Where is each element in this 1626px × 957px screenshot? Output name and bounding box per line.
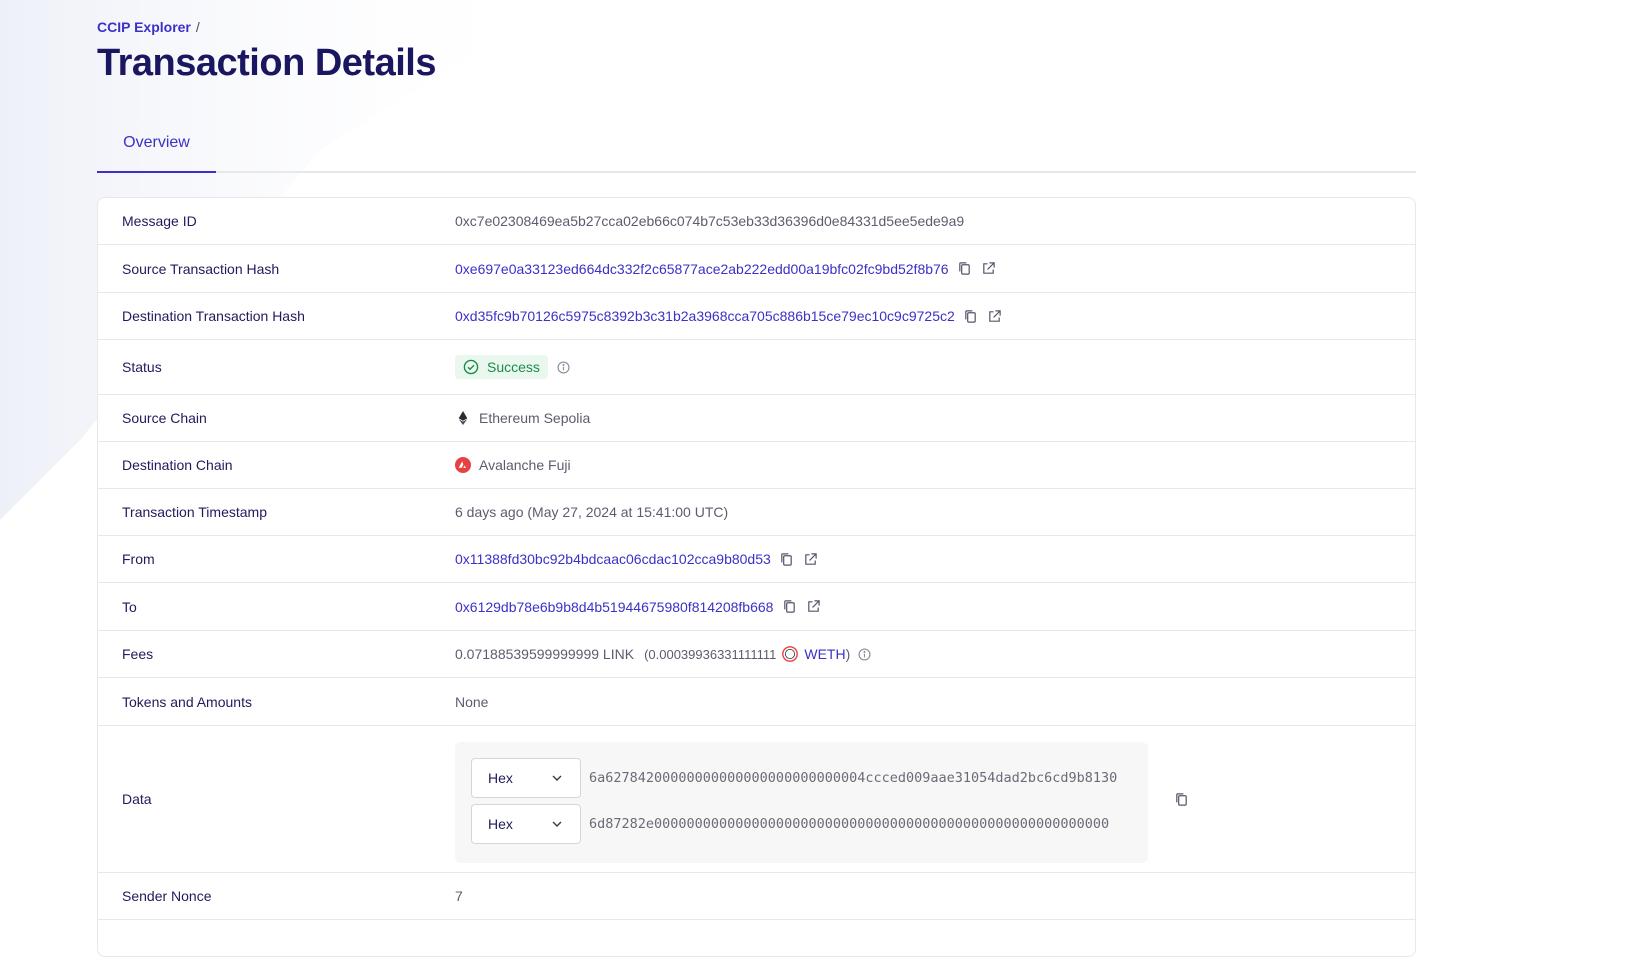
destination-chain-name: Avalanche Fuji <box>479 457 571 473</box>
sender-nonce-value: 7 <box>455 888 463 904</box>
ethereum-icon <box>455 410 471 426</box>
from-value: 0x11388fd30bc92b4bdcaac06cdac102cca9b80d… <box>455 551 819 567</box>
row-label: Sender Nonce <box>122 888 212 904</box>
row-to: To 0x6129db78e6b9b8d4b51944675980f814208… <box>98 583 1415 631</box>
fees-link-amount: 0.07188539599999999 LINK <box>455 646 635 662</box>
row-label: Destination Chain <box>122 457 233 473</box>
data-hex-value: 6d87282e00000000000000000000000000000000… <box>589 816 1110 832</box>
breadcrumb: CCIP Explorer / <box>97 19 200 35</box>
copy-icon[interactable] <box>963 308 979 324</box>
check-circle-icon <box>463 359 479 375</box>
row-label: From <box>122 551 155 567</box>
data-box: Hex 6a62784200000000000000000000000004cc… <box>455 742 1148 863</box>
timestamp-value: 6 days ago (May 27, 2024 at 15:41:00 UTC… <box>455 504 729 520</box>
data-format-value: Hex <box>488 770 513 786</box>
weth-token-link[interactable]: WETH <box>804 646 845 662</box>
status-value: Success <box>455 355 572 379</box>
destination-tx-hash-link[interactable]: 0xd35fc9b70126c5975c8392b3c31b2a3968cca7… <box>455 308 955 324</box>
copy-icon[interactable] <box>957 261 973 277</box>
row-label: Message ID <box>122 213 197 229</box>
row-destination-tx-hash: Destination Transaction Hash 0xd35fc9b70… <box>98 293 1415 340</box>
to-address-link[interactable]: 0x6129db78e6b9b8d4b51944675980f814208fb6… <box>455 599 773 615</box>
to-value: 0x6129db78e6b9b8d4b51944675980f814208fb6… <box>455 599 821 615</box>
data-format-value: Hex <box>488 816 513 832</box>
fees-close-paren: ) <box>845 646 851 662</box>
fees-weth-amount: (0.00039936331111111 <box>644 646 777 662</box>
source-chain-name: Ethereum Sepolia <box>479 410 591 426</box>
row-source-tx-hash: Source Transaction Hash 0xe697e0a33123ed… <box>98 245 1415 293</box>
copy-icon[interactable] <box>781 599 797 615</box>
data-hex-value: 6a62784200000000000000000000000004ccced0… <box>589 770 1118 786</box>
breadcrumb-ccip-explorer-link[interactable]: CCIP Explorer <box>97 19 191 35</box>
row-message-id: Message ID 0xc7e02308469ea5b27cca02eb66c… <box>98 198 1415 245</box>
data-format-select[interactable]: Hex <box>471 804 581 844</box>
row-tokens-and-amounts: Tokens and Amounts None <box>98 678 1415 726</box>
external-link-icon[interactable] <box>981 261 997 277</box>
source-tx-hash-value: 0xe697e0a33123ed664dc332f2c65877ace2ab22… <box>455 261 997 277</box>
row-label: Destination Transaction Hash <box>122 308 305 324</box>
tab-overview[interactable]: Overview <box>97 118 216 173</box>
row-label: Fees <box>122 646 154 662</box>
row-transaction-timestamp: Transaction Timestamp 6 days ago (May 27… <box>98 489 1415 536</box>
fees-value: 0.07188539599999999 LINK (0.000399363311… <box>455 646 872 662</box>
row-label: Source Chain <box>122 410 207 426</box>
message-id-value: 0xc7e02308469ea5b27cca02eb66c074b7c53eb3… <box>455 213 965 229</box>
info-icon[interactable] <box>856 646 872 662</box>
row-label: Data <box>122 791 152 807</box>
row-sender-nonce: Sender Nonce 7 <box>98 873 1415 920</box>
breadcrumb-separator: / <box>195 19 200 35</box>
row-status: Status Success <box>98 340 1415 395</box>
weth-token-icon <box>782 646 799 662</box>
external-link-icon[interactable] <box>803 551 819 567</box>
row-label: Transaction Timestamp <box>122 504 267 520</box>
from-address-link[interactable]: 0x11388fd30bc92b4bdcaac06cdac102cca9b80d… <box>455 551 771 567</box>
info-icon[interactable] <box>556 359 572 375</box>
copy-icon[interactable] <box>1173 791 1189 807</box>
avalanche-icon <box>455 457 471 473</box>
row-label: Tokens and Amounts <box>122 693 252 710</box>
row-label: To <box>122 598 137 615</box>
row-label: Source Transaction Hash <box>122 260 280 277</box>
row-fees: Fees 0.07188539599999999 LINK (0.0003993… <box>98 631 1415 678</box>
copy-icon[interactable] <box>779 551 795 567</box>
destination-chain-value: Avalanche Fuji <box>455 457 571 473</box>
status-text: Success <box>487 359 540 375</box>
source-tx-hash-link[interactable]: 0xe697e0a33123ed664dc332f2c65877ace2ab22… <box>455 261 949 277</box>
status-badge: Success <box>455 355 548 379</box>
row-from: From 0x11388fd30bc92b4bdcaac06cdac102cca… <box>98 536 1415 583</box>
row-destination-chain: Destination Chain Avalanche Fuji <box>98 442 1415 489</box>
source-chain-value: Ethereum Sepolia <box>455 410 590 426</box>
page-title: Transaction Details <box>97 42 436 84</box>
tab-bar: Overview <box>97 118 1416 173</box>
chevron-down-icon <box>552 821 562 827</box>
chevron-down-icon <box>552 775 562 781</box>
fees-token-group: WETH) <box>804 646 850 662</box>
external-link-icon[interactable] <box>805 599 821 615</box>
external-link-icon[interactable] <box>987 308 1003 324</box>
details-card: Message ID 0xc7e02308469ea5b27cca02eb66c… <box>97 197 1416 957</box>
tokens-value: None <box>455 693 489 710</box>
row-data: Data Hex 6a62784200000000000000000000000… <box>98 726 1415 873</box>
row-label: Status <box>122 359 162 375</box>
data-format-select[interactable]: Hex <box>471 758 581 798</box>
row-source-chain: Source Chain Ethereum Sepolia <box>98 395 1415 442</box>
destination-tx-hash-value: 0xd35fc9b70126c5975c8392b3c31b2a3968cca7… <box>455 308 1003 324</box>
